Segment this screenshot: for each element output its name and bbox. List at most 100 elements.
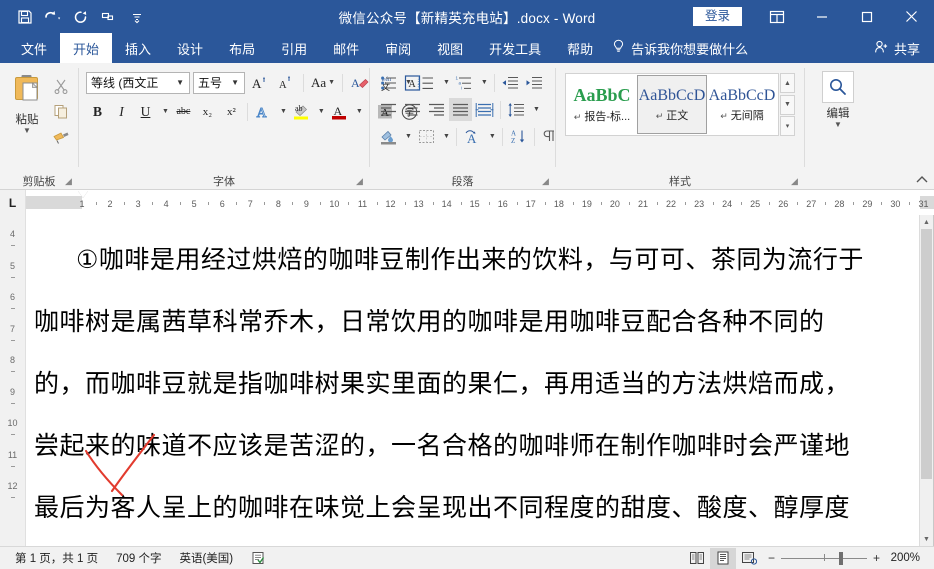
share-button[interactable]: 共享 bbox=[864, 33, 934, 63]
maximize-button[interactable] bbox=[844, 0, 889, 33]
borders-button[interactable] bbox=[415, 125, 438, 148]
zoom-in-button[interactable]: + bbox=[873, 551, 880, 565]
horizontal-ruler[interactable]: 1 2 3 4 5 6 7 8 9 10 11 12 13 14 15 16 17 18 19 20 21 22 23 24 2… bbox=[26, 190, 934, 215]
language-indicator[interactable]: 英语(美国) bbox=[170, 547, 242, 569]
tab-layout[interactable]: 布局 bbox=[216, 33, 268, 63]
styles-scroll-down-icon[interactable]: ▼ bbox=[780, 94, 795, 115]
scroll-down-icon[interactable]: ▼ bbox=[920, 532, 933, 546]
text-effects-caret-icon[interactable]: ▼ bbox=[276, 100, 289, 123]
scroll-up-icon[interactable]: ▲ bbox=[920, 215, 933, 229]
document-line-4[interactable]: 尝起来的味道不应该是苦涩的，一名合格的咖啡师在制作咖啡时会严谨地 bbox=[26, 415, 933, 477]
decrease-indent-button[interactable] bbox=[499, 71, 522, 94]
scrollbar-thumb[interactable] bbox=[921, 229, 932, 479]
bullets-button[interactable] bbox=[377, 71, 400, 94]
font-dialog-launcher[interactable]: ◢ bbox=[354, 176, 365, 187]
clear-formatting-button[interactable]: A bbox=[349, 71, 372, 94]
editing-dropdown-caret-icon[interactable]: ▼ bbox=[834, 121, 842, 129]
borders-caret-icon[interactable]: ▼ bbox=[439, 125, 452, 148]
zoom-slider[interactable] bbox=[780, 551, 867, 565]
vertical-ruler[interactable]: 4 5 6 7 8 9 10 11 12 bbox=[0, 215, 26, 546]
underline-button[interactable]: U bbox=[134, 100, 157, 123]
page-indicator[interactable]: 第 1 页，共 1 页 bbox=[6, 547, 107, 569]
highlight-color-button[interactable]: ab bbox=[290, 100, 313, 123]
bold-button[interactable]: B bbox=[86, 100, 109, 123]
document-line-2[interactable]: 咖啡树是属茜草科常乔木，日常饮用的咖啡是用咖啡豆配合各种不同的 bbox=[26, 291, 933, 353]
subscript-button[interactable]: x₂ bbox=[196, 100, 219, 123]
align-left-button[interactable] bbox=[377, 98, 400, 121]
tab-view[interactable]: 视图 bbox=[424, 33, 476, 63]
first-line-indent-marker[interactable] bbox=[78, 191, 88, 198]
sign-in-button[interactable]: 登录 bbox=[692, 6, 742, 27]
search-icon[interactable] bbox=[822, 71, 854, 103]
copy-icon[interactable] bbox=[50, 100, 72, 121]
undo-icon[interactable] bbox=[40, 5, 66, 29]
change-case-button[interactable]: Aa ▼ bbox=[310, 71, 336, 94]
styles-scroll-up-icon[interactable]: ▲ bbox=[780, 73, 795, 93]
tab-home[interactable]: 开始 bbox=[60, 33, 113, 63]
minimize-button[interactable] bbox=[799, 0, 844, 33]
tab-mailings[interactable]: 邮件 bbox=[320, 33, 372, 63]
tab-file[interactable]: 文件 bbox=[8, 33, 60, 63]
redo-icon[interactable] bbox=[68, 5, 94, 29]
asian-layout-caret-icon[interactable]: ▼ bbox=[485, 125, 498, 148]
line-spacing-button[interactable] bbox=[505, 98, 528, 121]
print-layout-view-button[interactable] bbox=[709, 547, 736, 569]
document-page[interactable]: ①咖啡是用经过烘焙的咖啡豆制作出来的饮料，与可可、茶同为流行于 咖啡树是属茜草科… bbox=[26, 215, 934, 546]
zoom-slider-thumb[interactable] bbox=[838, 551, 843, 565]
tab-references[interactable]: 引用 bbox=[268, 33, 320, 63]
proofing-icon[interactable] bbox=[242, 547, 274, 569]
shading-caret-icon[interactable]: ▼ bbox=[401, 125, 414, 148]
italic-button[interactable]: I bbox=[110, 100, 133, 123]
numbering-caret-icon[interactable]: ▼ bbox=[439, 71, 452, 94]
font-size-combo[interactable]: 五号 ▼ bbox=[193, 71, 245, 94]
text-effects-button[interactable]: A bbox=[252, 100, 275, 123]
styles-dialog-launcher[interactable]: ◢ bbox=[789, 176, 800, 187]
customize-qat-icon[interactable] bbox=[124, 5, 150, 29]
bullets-caret-icon[interactable]: ▼ bbox=[401, 71, 414, 94]
save-icon[interactable] bbox=[12, 5, 38, 29]
strikethrough-button[interactable]: abc bbox=[172, 100, 195, 123]
distribute-button[interactable] bbox=[473, 98, 496, 121]
multilevel-caret-icon[interactable]: ▼ bbox=[477, 71, 490, 94]
cut-icon[interactable] bbox=[50, 75, 72, 96]
style-item-report-heading[interactable]: AaBbC ↵ 报告-标... bbox=[567, 75, 637, 134]
line-spacing-caret-icon[interactable]: ▼ bbox=[529, 98, 542, 121]
underline-caret-icon[interactable]: ▼ bbox=[158, 100, 171, 123]
zoom-percentage[interactable]: 200% bbox=[886, 552, 920, 564]
tell-me-box[interactable]: 告诉我你想要做什么 bbox=[606, 33, 758, 63]
asian-layout-button[interactable]: A bbox=[461, 125, 484, 148]
style-item-normal[interactable]: AaBbCcD ↵ 正文 bbox=[637, 75, 707, 134]
tab-insert[interactable]: 插入 bbox=[112, 33, 164, 63]
tab-stop-selector[interactable]: L bbox=[0, 190, 26, 215]
close-button[interactable] bbox=[889, 0, 934, 33]
word-count[interactable]: 709 个字 bbox=[107, 547, 170, 569]
sort-button[interactable]: AZ bbox=[507, 125, 530, 148]
font-color-button[interactable]: A bbox=[328, 100, 351, 123]
paste-button[interactable]: 粘贴 ▼ bbox=[4, 70, 50, 135]
multilevel-list-button[interactable]: 1ai bbox=[453, 71, 476, 94]
font-name-combo[interactable]: 等线 (西文正 ▼ bbox=[86, 71, 190, 94]
tab-help[interactable]: 帮助 bbox=[554, 33, 606, 63]
change-case-caret-icon[interactable]: ▼ bbox=[328, 79, 335, 86]
shrink-font-button[interactable]: A bbox=[274, 71, 297, 94]
document-line-3[interactable]: 的，而咖啡豆就是指咖啡树果实里面的果仁，再用适当的方法烘焙而成， bbox=[26, 353, 933, 415]
increase-indent-button[interactable] bbox=[523, 71, 546, 94]
grow-font-button[interactable]: A bbox=[248, 71, 271, 94]
document-line-1[interactable]: ①咖啡是用经过烘焙的咖啡豆制作出来的饮料，与可可、茶同为流行于 bbox=[26, 229, 933, 291]
zoom-out-button[interactable]: − bbox=[768, 551, 775, 565]
justify-button[interactable] bbox=[449, 98, 472, 121]
font-name-caret-icon[interactable]: ▼ bbox=[173, 78, 187, 87]
tab-review[interactable]: 审阅 bbox=[372, 33, 424, 63]
align-right-button[interactable] bbox=[425, 98, 448, 121]
collapse-ribbon-icon[interactable] bbox=[914, 171, 930, 187]
ribbon-display-options-icon[interactable] bbox=[754, 0, 799, 33]
highlight-caret-icon[interactable]: ▼ bbox=[314, 100, 327, 123]
font-color-caret-icon[interactable]: ▼ bbox=[352, 100, 365, 123]
font-size-caret-icon[interactable]: ▼ bbox=[228, 78, 242, 87]
styles-more-icon[interactable]: ▾ bbox=[780, 116, 795, 136]
format-painter-icon[interactable] bbox=[50, 125, 72, 146]
document-line-5[interactable]: 最后为客人呈上的咖啡在味觉上会呈现出不同程度的甜度、酸度、醇厚度 bbox=[26, 477, 933, 539]
shading-button[interactable] bbox=[377, 125, 400, 148]
align-center-button[interactable] bbox=[401, 98, 424, 121]
style-item-no-spacing[interactable]: AaBbCcD ↵ 无间隔 bbox=[707, 75, 777, 134]
